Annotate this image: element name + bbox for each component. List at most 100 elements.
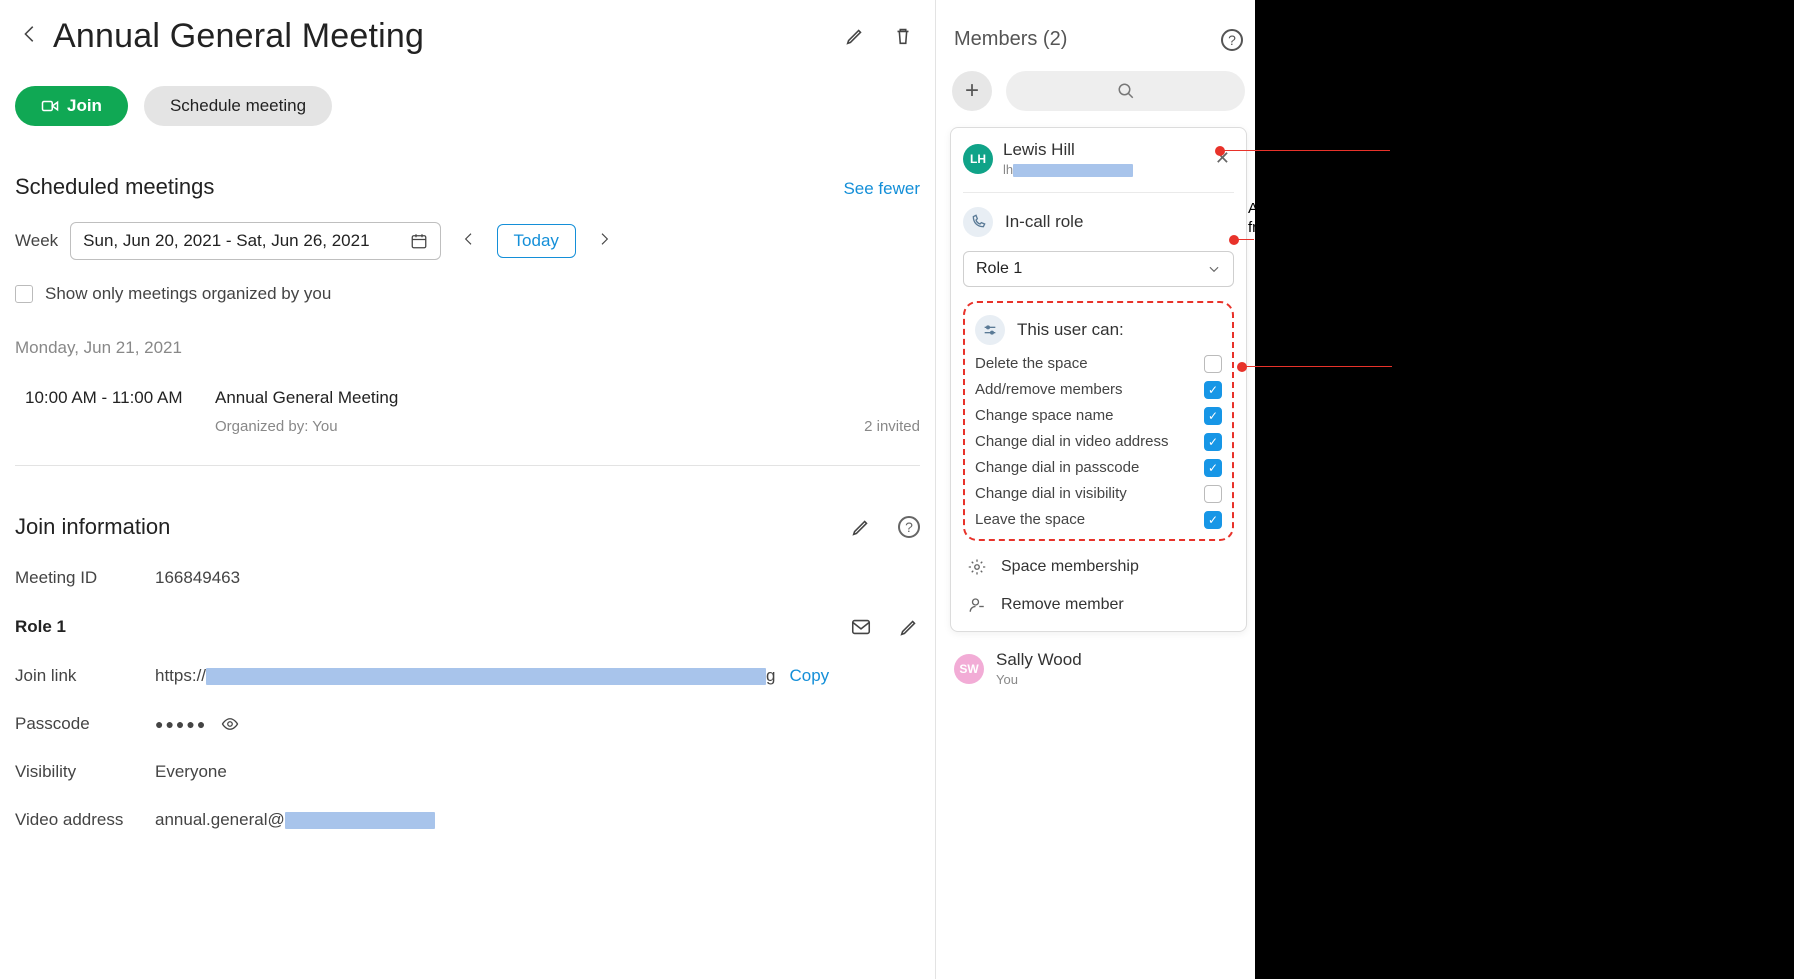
visibility-value: Everyone [155, 762, 227, 782]
next-week-button[interactable] [588, 226, 620, 257]
incall-role-row: In-call role [963, 207, 1234, 237]
join-link-value: https:// g [155, 666, 776, 686]
delete-icon[interactable] [892, 25, 914, 47]
passcode-value: ●●●●● [155, 716, 207, 732]
meeting-invited: 2 invited [864, 418, 920, 435]
member-popover: LH Lewis Hill lh ✕ In-call role Role 1 [950, 127, 1247, 632]
gear-icon [965, 555, 989, 579]
redacted-segment [1013, 164, 1133, 177]
chevron-left-icon [461, 231, 477, 247]
prev-week-button[interactable] [453, 226, 485, 257]
permission-label: Add/remove members [975, 381, 1123, 398]
close-popover-button[interactable]: ✕ [1211, 146, 1234, 171]
eye-icon[interactable] [221, 715, 239, 733]
passcode-label: Passcode [15, 714, 155, 734]
passcode-row: Passcode ●●●●● [15, 714, 920, 734]
join-button[interactable]: Join [15, 86, 128, 126]
permission-label: Leave the space [975, 511, 1085, 528]
permissions-title: This user can: [1017, 320, 1124, 340]
video-address-row: Video address annual.general@ [15, 810, 920, 830]
remove-member-label: Remove member [1001, 596, 1124, 614]
video-address-label: Video address [15, 810, 155, 830]
edit-icon[interactable] [844, 25, 866, 47]
member-info: Sally Wood You [996, 650, 1243, 688]
copy-link-button[interactable]: Copy [790, 666, 830, 686]
permission-row: Change dial in passcode [975, 459, 1222, 477]
permission-row: Change dial in video address [975, 433, 1222, 451]
date-range-value: Sun, Jun 20, 2021 - Sat, Jun 26, 2021 [83, 231, 369, 251]
member-sub: You [996, 672, 1243, 688]
page-header: Annual General Meeting [15, 14, 920, 58]
join-info-title: Join information [15, 514, 850, 540]
show-only-label: Show only meetings organized by you [45, 284, 331, 304]
main-pane: Annual General Meeting Join Schedule mee… [0, 0, 935, 979]
permission-label: Change space name [975, 407, 1113, 424]
meeting-row[interactable]: 10:00 AM - 11:00 AM Annual General Meeti… [15, 388, 920, 435]
meeting-id-row: Meeting ID 166849463 [15, 568, 920, 588]
remove-member-link[interactable]: Remove member [963, 593, 1234, 617]
permission-checkbox[interactable] [1204, 511, 1222, 529]
help-icon[interactable]: ? [898, 516, 920, 538]
join-link-suffix: g [766, 666, 775, 685]
page-title: Annual General Meeting [53, 17, 844, 56]
search-icon [1117, 82, 1135, 100]
today-button[interactable]: Today [497, 224, 576, 258]
meeting-time: 10:00 AM - 11:00 AM [25, 388, 215, 435]
video-icon [41, 99, 59, 113]
avatar: SW [954, 654, 984, 684]
video-address-value: annual.general@ [155, 810, 435, 830]
search-input[interactable] [1006, 71, 1245, 111]
edit-icon[interactable] [898, 616, 920, 638]
members-sidebar: Members (2) ? + LH Lewis Hill lh ✕ In-ca… [935, 0, 1255, 979]
chevron-right-icon [596, 231, 612, 247]
calendar-icon [410, 232, 428, 250]
scheduled-title: Scheduled meetings [15, 174, 214, 200]
permission-checkbox[interactable] [1204, 459, 1222, 477]
help-icon[interactable]: ? [1221, 29, 1243, 51]
see-fewer-link[interactable]: See fewer [843, 179, 920, 199]
video-addr-prefix: annual.general@ [155, 810, 285, 829]
space-membership-link[interactable]: Space membership [963, 555, 1234, 579]
permission-label: Delete the space [975, 355, 1088, 372]
member-name: Lewis Hill [1003, 140, 1201, 160]
avatar: LH [963, 144, 993, 174]
role-select[interactable]: Role 1 [963, 251, 1234, 287]
header-actions [844, 25, 920, 47]
role-heading: Role 1 [15, 617, 66, 637]
add-member-button[interactable]: + [952, 71, 992, 111]
back-button[interactable] [15, 14, 53, 58]
schedule-meeting-button[interactable]: Schedule meeting [144, 86, 332, 126]
permissions-header: This user can: [971, 315, 1226, 355]
permission-checkbox[interactable] [1204, 485, 1222, 503]
phone-icon [963, 207, 993, 237]
visibility-label: Visibility [15, 762, 155, 782]
meeting-id-value: 166849463 [155, 568, 240, 588]
permissions-list: Delete the space Add/remove members Change… [971, 355, 1226, 529]
member-item[interactable]: SW Sally Wood You [950, 646, 1247, 692]
divider [15, 465, 920, 466]
meeting-name: Annual General Meeting [215, 388, 864, 408]
permission-checkbox[interactable] [1204, 355, 1222, 373]
mail-icon[interactable] [850, 616, 872, 638]
edit-icon[interactable] [850, 516, 872, 538]
join-button-label: Join [67, 96, 102, 116]
member-info: Lewis Hill lh [1003, 140, 1201, 178]
permission-checkbox[interactable] [1204, 433, 1222, 451]
permissions-box: This user can: Delete the space Add/remov… [963, 301, 1234, 541]
date-range-picker[interactable]: Sun, Jun 20, 2021 - Sat, Jun 26, 2021 [70, 222, 440, 260]
meeting-organizer: Organized by: You [215, 418, 864, 435]
show-only-row: Show only meetings organized by you [15, 284, 920, 304]
show-only-checkbox[interactable] [15, 285, 33, 303]
permission-label: Change dial in passcode [975, 459, 1139, 476]
permission-row: Leave the space [975, 511, 1222, 529]
space-membership-label: Space membership [1001, 558, 1139, 576]
join-link-row: Join link https://g Copy [15, 666, 920, 686]
permission-checkbox[interactable] [1204, 407, 1222, 425]
redacted-segment [285, 812, 435, 829]
join-link-prefix: https:// [155, 666, 206, 685]
permission-checkbox[interactable] [1204, 381, 1222, 399]
remove-user-icon [965, 593, 989, 617]
permission-label: Change dial in video address [975, 433, 1168, 450]
permission-label: Change dial in visibility [975, 485, 1127, 502]
chevron-down-icon [1207, 262, 1221, 276]
